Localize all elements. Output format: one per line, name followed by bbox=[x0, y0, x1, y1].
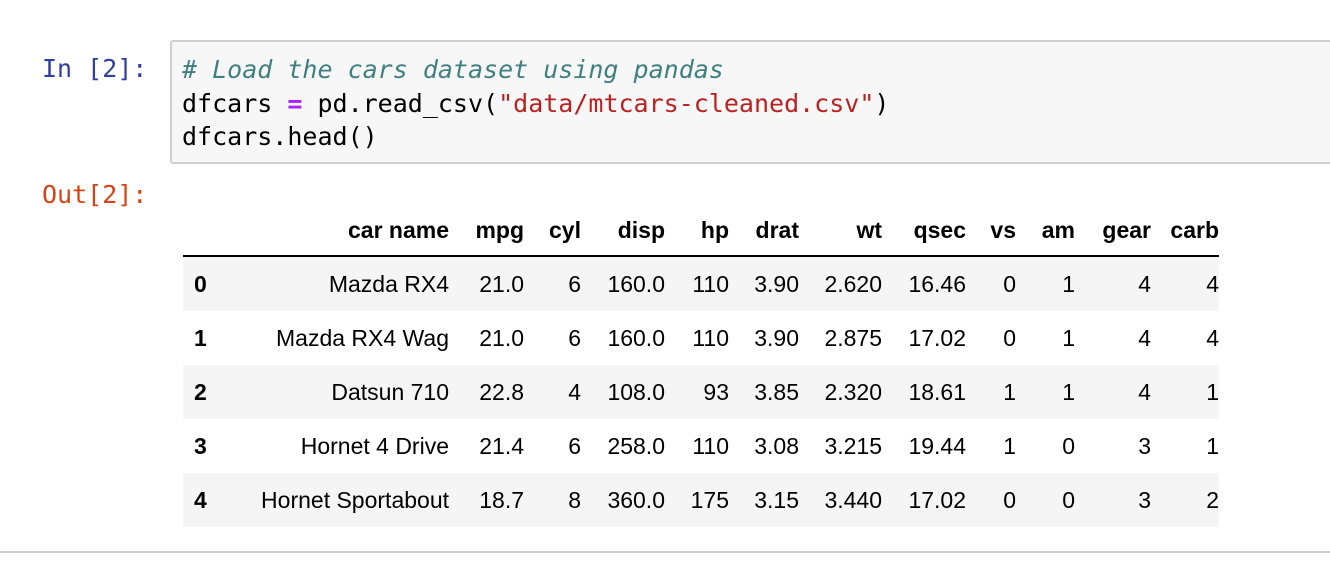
input-prompt: In [2]: bbox=[42, 54, 148, 83]
header-qsec: qsec bbox=[882, 205, 966, 257]
cell-qsec: 19.44 bbox=[908, 432, 966, 459]
cell-hp: 110 bbox=[692, 324, 729, 351]
cell-hp: 93 bbox=[703, 378, 729, 405]
cell-qsec: 16.46 bbox=[908, 270, 966, 297]
cell-carb: 1 bbox=[1206, 432, 1219, 459]
header-vs: vs bbox=[966, 205, 1016, 257]
header-wt: wt bbox=[799, 205, 882, 257]
cell-vs: 0 bbox=[1003, 270, 1016, 297]
cell-hp: 175 bbox=[690, 486, 729, 513]
cell-vs: 0 bbox=[1003, 486, 1016, 513]
cell-cyl: 8 bbox=[568, 486, 581, 513]
cell-drat: 3.85 bbox=[754, 378, 799, 405]
table-row: 1 Mazda RX4 Wag 21.0 6 160.0 110 3.90 2.… bbox=[183, 311, 1219, 365]
cell-vs: 0 bbox=[1003, 324, 1016, 351]
code-variable: dfcars bbox=[182, 88, 288, 118]
cell-wt: 2.875 bbox=[824, 324, 882, 351]
header-hp: hp bbox=[665, 205, 729, 257]
cell-divider bbox=[0, 551, 1330, 553]
cell-am: 0 bbox=[1062, 486, 1075, 513]
code-string: "data/mtcars-cleaned.csv" bbox=[498, 88, 875, 118]
cell-disp: 360.0 bbox=[607, 486, 665, 513]
cell-wt: 3.440 bbox=[824, 486, 882, 513]
cell-mpg: 22.8 bbox=[479, 378, 524, 405]
dataframe-table: car name mpg cyl disp hp drat wt qsec vs… bbox=[183, 205, 1219, 527]
row-index: 3 bbox=[194, 432, 207, 459]
cell-carb: 4 bbox=[1206, 324, 1219, 351]
cell-carb: 1 bbox=[1206, 378, 1219, 405]
cell-am: 1 bbox=[1062, 324, 1075, 351]
header-gear: gear bbox=[1075, 205, 1151, 257]
header-index bbox=[183, 205, 224, 257]
table-header-row: car name mpg cyl disp hp drat wt qsec vs… bbox=[183, 205, 1219, 257]
cell-qsec: 18.61 bbox=[908, 378, 966, 405]
cell-disp: 108.0 bbox=[607, 378, 665, 405]
cell-am: 0 bbox=[1062, 432, 1075, 459]
cell-wt: 2.320 bbox=[824, 378, 882, 405]
cell-qsec: 17.02 bbox=[908, 486, 966, 513]
cell-mpg: 18.7 bbox=[479, 486, 524, 513]
cell-drat: 3.90 bbox=[754, 270, 799, 297]
cell-mpg: 21.0 bbox=[479, 270, 524, 297]
cell-drat: 3.08 bbox=[754, 432, 799, 459]
cell-wt: 3.215 bbox=[824, 432, 882, 459]
header-mpg: mpg bbox=[449, 205, 524, 257]
cell-am: 1 bbox=[1062, 270, 1075, 297]
row-index: 2 bbox=[194, 378, 207, 405]
cell-disp: 160.0 bbox=[607, 270, 665, 297]
code-editor[interactable]: # Load the cars dataset using pandas dfc… bbox=[170, 40, 1330, 164]
cell-car-name: Hornet Sportabout bbox=[261, 486, 449, 513]
code-head-call: dfcars.head() bbox=[182, 122, 378, 151]
cell-vs: 1 bbox=[1003, 378, 1016, 405]
header-disp: disp bbox=[581, 205, 665, 257]
table-row: 3 Hornet 4 Drive 21.4 6 258.0 110 3.08 3… bbox=[183, 419, 1219, 473]
header-drat: drat bbox=[729, 205, 799, 257]
cell-cyl: 6 bbox=[568, 432, 581, 459]
header-cyl: cyl bbox=[524, 205, 581, 257]
cell-carb: 4 bbox=[1206, 270, 1219, 297]
cell-gear: 3 bbox=[1138, 432, 1151, 459]
cell-car-name: Mazda RX4 bbox=[328, 270, 449, 297]
row-index: 1 bbox=[194, 324, 207, 351]
header-am: am bbox=[1016, 205, 1075, 257]
cell-hp: 110 bbox=[692, 270, 729, 297]
cell-mpg: 21.0 bbox=[479, 324, 524, 351]
cell-gear: 4 bbox=[1138, 324, 1151, 351]
cell-car-name: Hornet 4 Drive bbox=[300, 432, 449, 459]
header-car-name: car name bbox=[224, 205, 449, 257]
header-carb: carb bbox=[1151, 205, 1219, 257]
code-comment: # Load the cars dataset using pandas bbox=[182, 55, 724, 84]
output-prompt: Out[2]: bbox=[42, 180, 148, 209]
cell-cyl: 4 bbox=[568, 378, 581, 405]
cell-disp: 258.0 bbox=[607, 432, 665, 459]
cell-gear: 4 bbox=[1138, 378, 1151, 405]
cell-hp: 110 bbox=[692, 432, 729, 459]
table-row: 4 Hornet Sportabout 18.7 8 360.0 175 3.1… bbox=[183, 473, 1219, 527]
cell-carb: 2 bbox=[1206, 486, 1219, 513]
cell-drat: 3.15 bbox=[754, 486, 799, 513]
cell-mpg: 21.4 bbox=[479, 432, 524, 459]
cell-wt: 2.620 bbox=[824, 270, 882, 297]
row-index: 0 bbox=[194, 270, 207, 297]
code-text[interactable]: # Load the cars dataset using pandas dfc… bbox=[182, 53, 889, 154]
code-paren: ) bbox=[874, 88, 890, 118]
cell-car-name: Datsun 710 bbox=[331, 378, 449, 405]
code-operator: = bbox=[287, 88, 303, 118]
cell-qsec: 17.02 bbox=[908, 324, 966, 351]
cell-gear: 3 bbox=[1138, 486, 1151, 513]
cell-vs: 1 bbox=[1003, 432, 1016, 459]
cell-car-name: Mazda RX4 Wag bbox=[276, 324, 449, 351]
table-row: 0 Mazda RX4 21.0 6 160.0 110 3.90 2.620 … bbox=[183, 256, 1219, 311]
cell-gear: 4 bbox=[1138, 270, 1151, 297]
cell-drat: 3.90 bbox=[754, 324, 799, 351]
row-index: 4 bbox=[194, 486, 207, 513]
cell-am: 1 bbox=[1062, 378, 1075, 405]
cell-cyl: 6 bbox=[568, 270, 581, 297]
code-call: pd.read_csv( bbox=[302, 88, 499, 118]
cell-disp: 160.0 bbox=[607, 324, 665, 351]
cell-cyl: 6 bbox=[568, 324, 581, 351]
table-row: 2 Datsun 710 22.8 4 108.0 93 3.85 2.320 … bbox=[183, 365, 1219, 419]
